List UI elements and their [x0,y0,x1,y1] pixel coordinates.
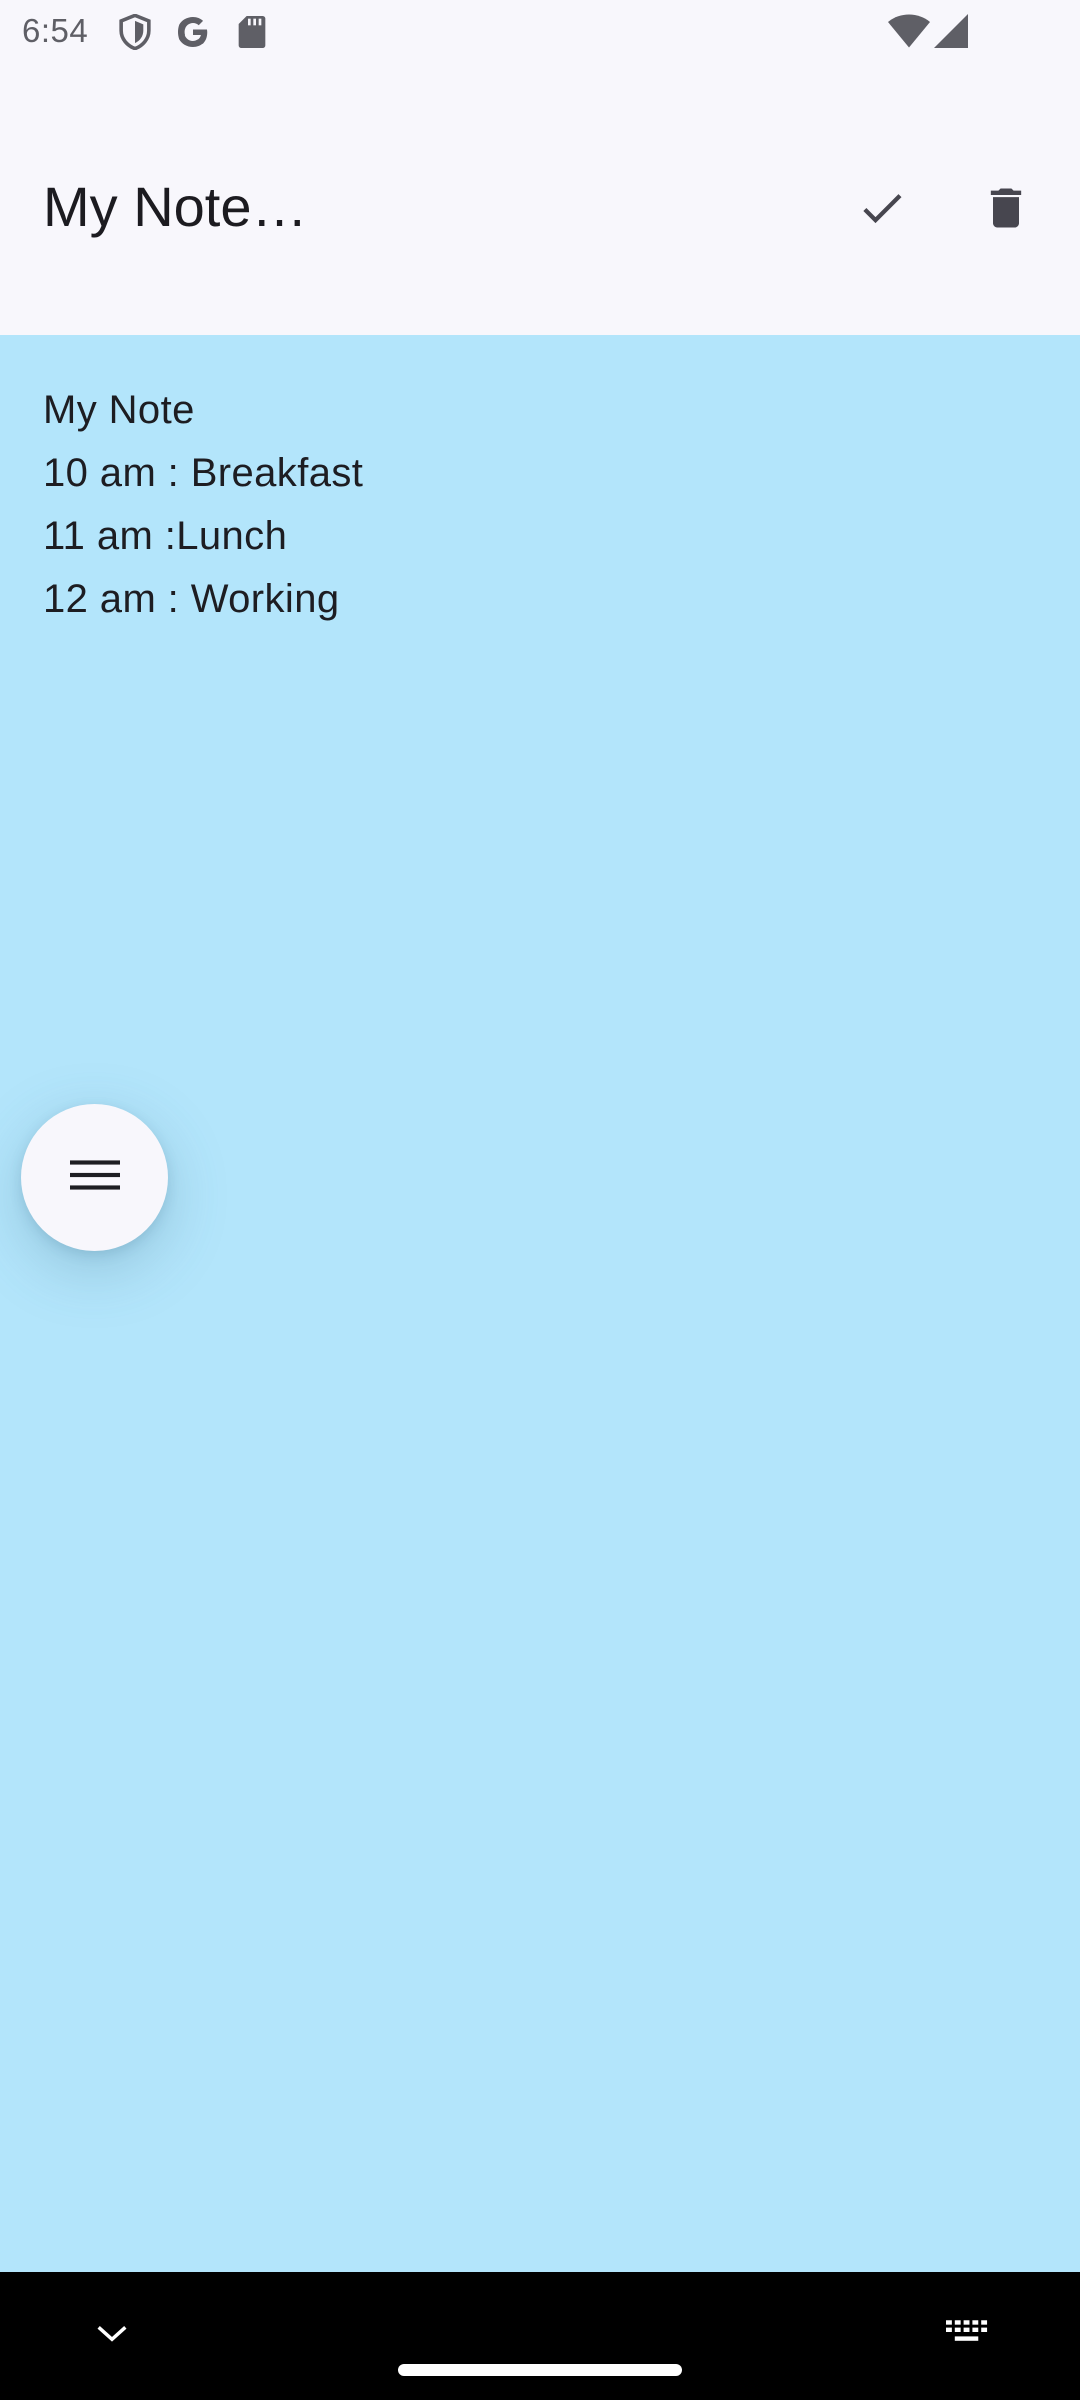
note-line: 10 am : Breakfast [43,451,364,495]
home-handle[interactable] [398,2364,682,2376]
chevron-down-icon [96,2324,128,2349]
shield-icon [118,13,152,55]
signal-icon [934,14,968,53]
note-editor[interactable]: My Note 10 am : Breakfast 11 am :Lunch 1… [0,335,1080,2272]
delete-icon [980,182,1032,239]
sd-card-icon [238,16,266,53]
check-icon [856,182,908,239]
navigation-bar [0,2272,1080,2400]
save-button[interactable] [834,162,930,258]
top-app-bar: My Note… [0,64,1080,335]
status-bar: 6:54 [0,0,1080,64]
menu-fab-button[interactable] [21,1104,168,1251]
hide-keyboard-button[interactable] [90,2314,134,2358]
menu-icon [69,1155,120,1200]
keyboard-icon [946,2319,990,2349]
keyboard-switch-button[interactable] [940,2312,996,2356]
delete-button[interactable] [958,162,1054,258]
note-line: 11 am :Lunch [43,514,288,558]
screen: 6:54 My Note… My Note 10 am: Breakfast … [0,0,1080,2400]
note-line: 12 am : Working [43,577,340,621]
wifi-icon [888,14,930,53]
page-title[interactable]: My Note… [43,174,308,239]
google-icon [175,14,211,55]
note-body[interactable]: My Note 10 am : Breakfast 11 am :Lunch 1… [43,379,1033,631]
note-line: My Note [43,388,195,432]
status-time: 6:54 [22,12,89,49]
